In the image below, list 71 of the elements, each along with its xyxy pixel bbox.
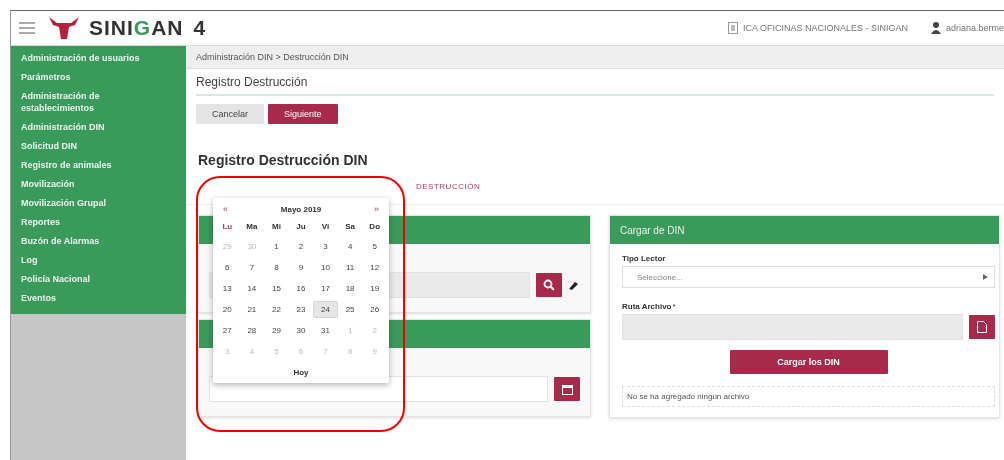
calendar-button[interactable]	[554, 377, 580, 401]
calendar-day[interactable]: 18	[337, 280, 363, 297]
cancel-button[interactable]: Cancelar	[196, 104, 265, 124]
calendar-day[interactable]: 3	[313, 238, 338, 255]
calendar-day[interactable]: 19	[362, 280, 387, 297]
page-title: Registro Destrucción	[196, 75, 994, 96]
file-icon	[977, 321, 987, 333]
calendar-day[interactable]: 30	[288, 322, 314, 339]
search-icon	[543, 279, 555, 291]
calendar-day[interactable]: 16	[288, 280, 314, 297]
app-logo-text: SINIGAN	[89, 16, 184, 40]
caret-icon	[983, 274, 988, 280]
calendar-day[interactable]: 6	[215, 259, 240, 276]
next-month-button[interactable]: »	[374, 204, 379, 214]
upload-button[interactable]: Cargar los DIN	[729, 350, 888, 374]
office-name: ICA OFICINAS NACIONALES - SINIGAN	[742, 23, 908, 33]
calendar-day[interactable]: 20	[215, 301, 240, 318]
reader-type-dropdown[interactable]: Seleccione...	[622, 266, 995, 288]
weekday-label: Do	[368, 221, 382, 233]
weekday-label: Sa	[344, 221, 357, 233]
calendar-day[interactable]: 17	[313, 280, 338, 297]
calendar-icon	[561, 383, 573, 395]
weekday-label: Lu	[221, 221, 234, 233]
required-mark: *	[672, 302, 676, 313]
panel-header: Cargar de DIN	[610, 216, 999, 244]
field-label: Tipo Lector	[622, 254, 667, 263]
weekday-label: Vi	[320, 221, 331, 233]
calendar-day[interactable]: 4	[337, 238, 363, 255]
calendar-day[interactable]: 12	[362, 259, 387, 276]
calendar-day[interactable]: 22	[264, 301, 289, 318]
weekday-label: Mi	[270, 221, 282, 233]
calendar-day[interactable]: 15	[264, 280, 289, 297]
eraser-icon[interactable]	[568, 279, 580, 291]
bull-logo-icon	[47, 15, 81, 41]
calendar-day[interactable]: 11	[337, 259, 363, 276]
calendar-day[interactable]: 14	[239, 280, 265, 297]
search-button[interactable]	[536, 273, 562, 297]
breadcrumb: Administración DIN > Destrucción DIN	[186, 46, 1004, 69]
version-number: 4	[193, 16, 206, 40]
user-icon	[930, 22, 941, 34]
calendar-day[interactable]: 2	[288, 238, 314, 255]
calendar-day[interactable]: 25	[337, 301, 363, 318]
previous-month-button[interactable]: «	[223, 204, 228, 214]
field-label: Ruta Archivo	[622, 302, 672, 311]
calendar-day[interactable]: 23	[288, 301, 314, 318]
user-name[interactable]: adriana.berme	[945, 23, 1004, 33]
file-path-field[interactable]	[622, 314, 963, 340]
calendar-day[interactable]: 27	[215, 322, 240, 339]
calendar-day[interactable]: 8	[264, 259, 289, 276]
calendar-day[interactable]: 5	[362, 238, 387, 255]
calendar-day[interactable]: 29	[264, 322, 289, 339]
building-icon	[727, 22, 738, 34]
calendar-day[interactable]: 24	[313, 301, 338, 318]
next-button[interactable]: Siguiente	[268, 104, 338, 124]
calendar-day[interactable]: 21	[239, 301, 265, 318]
calendar-day[interactable]: 1	[264, 238, 289, 255]
calendar-day[interactable]: 7	[239, 259, 265, 276]
month-title[interactable]: Mayo 2019	[280, 204, 322, 214]
tab[interactable]: DESTRUCCIÓN	[416, 182, 481, 204]
calendar-day[interactable]: 9	[288, 259, 314, 276]
calendar-day[interactable]: 10	[313, 259, 338, 276]
weekday-label: Ma	[245, 221, 259, 233]
calendar-day[interactable]: 13	[215, 280, 240, 297]
calendar-day[interactable]: 31	[313, 322, 338, 339]
calendar-day[interactable]: 28	[239, 322, 265, 339]
section-title: Registro Destrucción DIN	[198, 152, 369, 168]
today-button[interactable]: Hoy	[293, 368, 309, 377]
status-message: No se ha agregado ningún archivo	[622, 386, 995, 407]
weekday-label: Ju	[295, 221, 307, 233]
file-button[interactable]	[969, 315, 995, 339]
calendar-day[interactable]: 26	[362, 301, 387, 318]
